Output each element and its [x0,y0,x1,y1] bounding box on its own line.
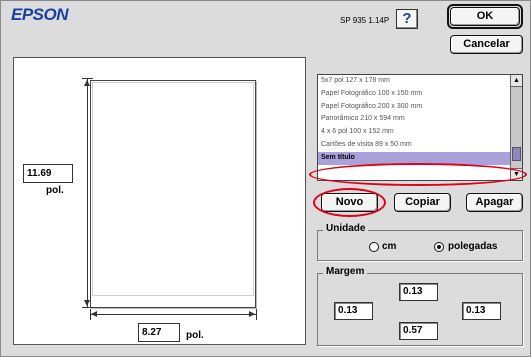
height-arrow-up [84,80,90,86]
custom-paper-dialog: EPSON SP 935 1.14P ? OK Cancelar 11.69 p… [0,0,531,357]
scroll-thumb[interactable] [512,147,521,161]
cancel-button[interactable]: Cancelar [450,35,523,54]
width-dimension-line [90,314,256,315]
list-item[interactable]: 5x7 pol 127 x 178 mm [318,75,511,88]
height-arrow-down [84,300,90,306]
list-item[interactable]: Papel Fotográfico 100 x 150 mm [318,88,511,101]
list-item[interactable]: 4 x 6 pol 100 x 152 mm [318,126,511,139]
list-item[interactable]: Papel Fotográfico 200 x 300 mm [318,101,511,114]
polegadas-radio[interactable] [434,242,444,252]
width-unit-label: pol. [186,330,204,341]
polegadas-label[interactable]: polegadas [448,241,497,252]
margin-top-input[interactable]: 0.13 [399,283,438,301]
margin-right-input[interactable]: 0.13 [462,302,501,320]
cm-label[interactable]: cm [382,241,396,252]
height-tick-top [82,78,93,79]
scroll-up-arrow-icon[interactable]: ▲ [511,75,522,87]
height-dimension-line [87,78,88,308]
list-item[interactable]: Panorâmico 210 x 594 mm [318,113,511,126]
width-arrow-left [91,311,97,317]
help-button[interactable]: ? [396,9,418,29]
height-tick-bottom [82,307,93,308]
printable-area [92,82,254,296]
epson-logo: EPSON [11,5,69,24]
height-unit-label: pol. [46,185,64,196]
unidade-title: Unidade [323,223,369,234]
list-item[interactable]: Cartões de visita 89 x 50 mm [318,139,511,152]
copiar-button[interactable]: Copiar [394,193,451,212]
width-input[interactable]: 8.27 [138,323,180,342]
width-tick-right [256,309,257,320]
cm-radio[interactable] [369,242,379,252]
highlight-ellipse-novo [313,188,386,217]
highlight-ellipse-selected [309,163,527,186]
ok-button[interactable]: OK [450,7,520,26]
margin-bottom-input[interactable]: 0.57 [399,322,438,340]
apagar-button[interactable]: Apagar [466,193,523,212]
width-arrow-right [249,311,255,317]
list-scrollbar[interactable]: ▲ ▼ [510,75,522,180]
height-input[interactable]: 11.69 [23,164,73,183]
margem-title: Margem [323,266,368,277]
version-label: SP 935 1.14P [340,16,390,25]
margin-left-input[interactable]: 0.13 [334,302,373,320]
